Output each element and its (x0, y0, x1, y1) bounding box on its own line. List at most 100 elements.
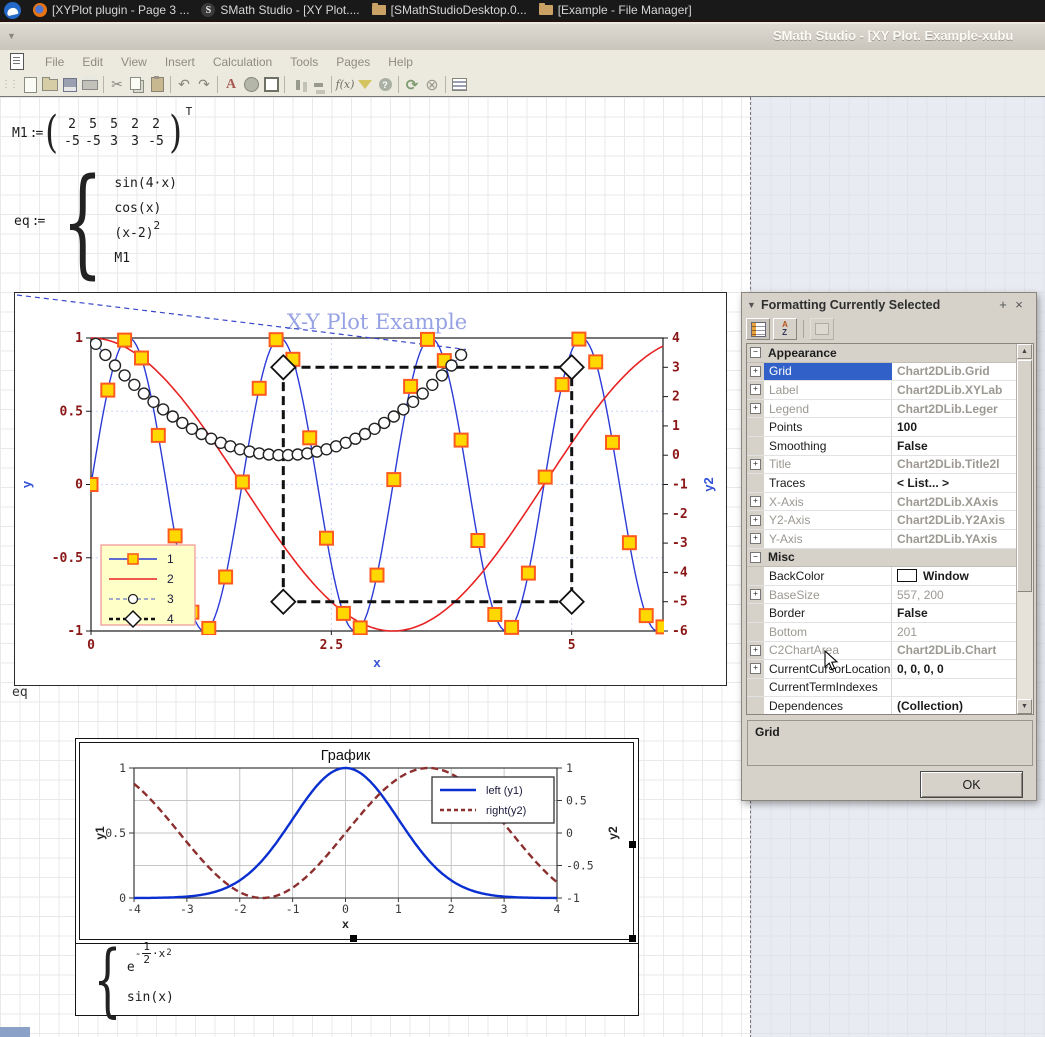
property-row-grid[interactable]: +GridChart2DLib.Grid (747, 363, 1018, 382)
property-row-currentcursorlocation[interactable]: +CurrentCursorLocation0, 0, 0, 0 (747, 660, 1018, 679)
expand-box[interactable]: + (750, 384, 761, 395)
property-value[interactable]: Chart2DLib.Title2l (892, 456, 1018, 474)
property-value[interactable]: False (892, 604, 1018, 622)
expand-box[interactable]: + (750, 496, 761, 507)
redo-icon[interactable]: ↷ (194, 75, 214, 94)
taskbar-window-button[interactable]: [XYPlot plugin - Page 3 ... (27, 0, 195, 20)
property-value[interactable]: Chart2DLib.YAxis (892, 530, 1018, 548)
window-titlebar[interactable]: ▼ SMath Studio - [XY Plot. Example-xubu (0, 24, 1045, 51)
property-value[interactable]: 557, 200 (892, 586, 1018, 604)
collapse-box[interactable]: − (750, 347, 761, 358)
scroll-down-button[interactable]: ▼ (1017, 699, 1032, 714)
align-vertical-icon[interactable] (308, 75, 328, 94)
abort-icon[interactable]: ⊗ (422, 75, 442, 94)
menu-edit[interactable]: Edit (73, 52, 112, 72)
xy-plot-chart[interactable]: 02.5510.50-0.5-143210-1-2-3-4-5-6X-Y Plo… (15, 293, 726, 685)
resize-handle-east[interactable] (629, 841, 636, 848)
taskbar-window-button[interactable]: SSMath Studio - [XY Plot.... (195, 0, 365, 20)
expand-box[interactable]: + (750, 663, 761, 674)
property-value[interactable]: Chart2DLib.Chart (892, 642, 1018, 660)
property-row-currenttermindexes[interactable]: CurrentTermIndexes (747, 679, 1018, 698)
window-menu-icon[interactable]: ▼ (7, 31, 16, 41)
menu-calculation[interactable]: Calculation (204, 52, 281, 72)
grafik-formula[interactable]: {e-12·x2sin(x) (76, 943, 638, 1015)
pages-list-icon[interactable] (449, 75, 469, 94)
frame-icon[interactable] (261, 75, 281, 94)
property-row-y-axis[interactable]: +Y-AxisChart2DLib.YAxis (747, 530, 1018, 549)
property-row-c2chartarea[interactable]: +C2ChartAreaChart2DLib.Chart (747, 642, 1018, 661)
worksheet-canvas[interactable]: M1:=(25522-5-533-5)T eq:={sin(4·x)cos(x)… (0, 96, 1045, 1037)
paste-icon[interactable] (147, 75, 167, 94)
property-value[interactable]: Chart2DLib.XAxis (892, 493, 1018, 511)
grafik-chart[interactable]: -4-3-2-10123400.51-1-0.500.51Графикxy1y2… (80, 743, 633, 939)
xy-plot-region[interactable]: 02.5510.50-0.5-143210-1-2-3-4-5-6X-Y Plo… (14, 292, 727, 686)
property-row-smoothing[interactable]: SmoothingFalse (747, 437, 1018, 456)
property-value[interactable]: False (892, 437, 1018, 455)
property-row-bottom[interactable]: Bottom201 (747, 623, 1018, 642)
property-value[interactable]: Chart2DLib.Y2Axis (892, 511, 1018, 529)
resize-handle-southeast[interactable] (629, 935, 636, 942)
property-value[interactable]: Chart2DLib.Leger (892, 400, 1018, 418)
expand-box[interactable]: + (750, 515, 761, 526)
menu-file[interactable]: File (36, 52, 73, 72)
expand-box[interactable]: + (750, 645, 761, 656)
menu-help[interactable]: Help (379, 52, 422, 72)
resize-handle-south[interactable] (350, 935, 357, 942)
font-icon[interactable]: A (221, 75, 241, 94)
grafik-plot-container[interactable]: -4-3-2-10123400.51-1-0.500.51Графикxy1y2… (75, 738, 639, 1016)
menu-tools[interactable]: Tools (281, 52, 327, 72)
eq-reference-label[interactable]: eq (12, 685, 28, 700)
property-value[interactable]: 0, 0, 0, 0 (892, 660, 1018, 678)
property-row-appearance[interactable]: −Appearance (747, 344, 1018, 363)
property-row-points[interactable]: Points100 (747, 418, 1018, 437)
scroll-up-button[interactable]: ▲ (1017, 344, 1032, 359)
equation-system-eq[interactable]: eq:={sin(4·x)cos(x)(x-2)2M1 (14, 171, 177, 271)
taskbar-window-button[interactable]: [SMathStudioDesktop.0... (366, 0, 533, 20)
property-value[interactable]: Chart2DLib.XYLab (892, 381, 1018, 399)
open-icon[interactable] (40, 75, 60, 94)
matrix-definition-m1[interactable]: M1:=(25522-5-533-5)T (12, 113, 191, 153)
property-grid-scrollbar[interactable]: ▲ ▼ (1016, 344, 1033, 714)
property-value[interactable]: Window (892, 567, 1018, 585)
expand-box[interactable]: + (750, 533, 761, 544)
cut-icon[interactable]: ✂ (107, 75, 127, 94)
categorized-view-button[interactable] (746, 318, 770, 340)
property-value[interactable]: (Collection) (892, 697, 1018, 715)
property-value[interactable]: Chart2DLib.Grid (892, 363, 1018, 381)
copy-icon[interactable] (127, 75, 147, 94)
property-row-dependences[interactable]: Dependences(Collection) (747, 697, 1018, 715)
property-value[interactable]: 201 (892, 623, 1018, 641)
toolbar-grip[interactable]: ⋮⋮ (1, 79, 17, 90)
menu-pages[interactable]: Pages (327, 52, 379, 72)
property-row-traces[interactable]: Traces< List... > (747, 474, 1018, 493)
align-horizontal-icon[interactable] (288, 75, 308, 94)
ok-button[interactable]: OK (920, 771, 1023, 798)
property-row-legend[interactable]: +LegendChart2DLib.Leger (747, 400, 1018, 419)
property-value[interactable]: 100 (892, 418, 1018, 436)
property-row-basesize[interactable]: +BaseSize557, 200 (747, 586, 1018, 605)
expand-box[interactable]: + (750, 459, 761, 470)
panel-collapse-icon[interactable]: ▼ (747, 300, 761, 310)
save-icon[interactable] (60, 75, 80, 94)
expand-box[interactable]: + (750, 366, 761, 377)
function-icon[interactable]: f(x) (335, 75, 355, 94)
property-row-x-axis[interactable]: +X-AxisChart2DLib.XAxis (747, 493, 1018, 512)
property-row-border[interactable]: BorderFalse (747, 604, 1018, 623)
property-value[interactable] (892, 679, 1018, 697)
expand-box[interactable]: + (750, 589, 761, 600)
palette-icon[interactable] (241, 75, 261, 94)
property-row-label[interactable]: +LabelChart2DLib.XYLab (747, 381, 1018, 400)
print-icon[interactable] (80, 75, 100, 94)
recalculate-icon[interactable]: ⟳ (402, 75, 422, 94)
property-row-y2-axis[interactable]: +Y2-AxisChart2DLib.Y2Axis (747, 511, 1018, 530)
web-help-icon[interactable]: ? (375, 75, 395, 94)
grafik-chart-box[interactable]: -4-3-2-10123400.51-1-0.500.51Графикxy1y2… (79, 742, 634, 940)
expand-box[interactable]: + (750, 403, 761, 414)
applications-menu-icon[interactable] (4, 2, 21, 19)
undo-icon[interactable]: ↶ (174, 75, 194, 94)
panel-close-button[interactable]: × (1011, 297, 1027, 312)
menu-insert[interactable]: Insert (156, 52, 204, 72)
panel-header[interactable]: ▼ Formatting Currently Selected + × (742, 293, 1036, 316)
alphabetical-view-button[interactable]: AZ (773, 318, 797, 340)
property-row-title[interactable]: +TitleChart2DLib.Title2l (747, 456, 1018, 475)
